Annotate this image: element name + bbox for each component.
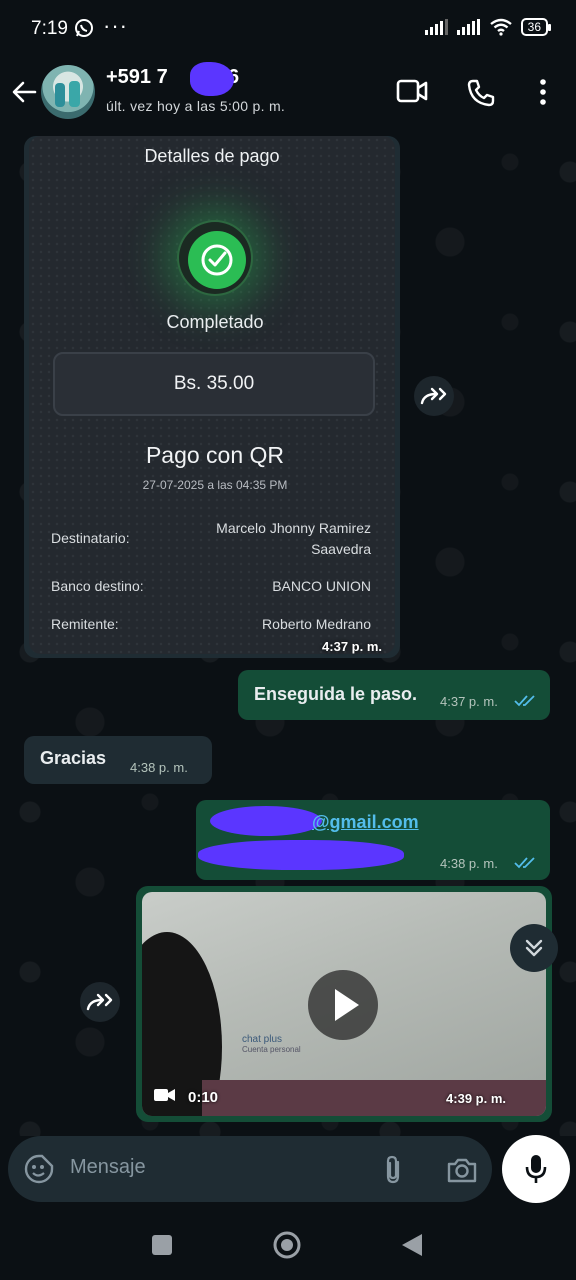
recipient-label: Destinatario: — [51, 530, 130, 546]
nav-recents-icon[interactable] — [151, 1234, 173, 1256]
sender-label: Remitente: — [51, 616, 119, 632]
forward-icon — [420, 387, 447, 405]
signal-icon-2 — [456, 19, 480, 35]
video-preview-text: chat plus Cuenta personal — [242, 1034, 301, 1054]
redaction-mark — [190, 62, 234, 96]
payment-status: Completado — [166, 312, 264, 332]
last-seen-status: últ. vez hoy a las 5:00 p. m. — [106, 98, 286, 114]
message-input[interactable]: Mensaje — [70, 1156, 146, 1179]
sender-value: Roberto Medrano — [262, 616, 371, 632]
chat-header: +591 7986 últ. vez hoy a las 5:00 p. m. — [0, 56, 576, 132]
avatar[interactable] — [41, 65, 95, 119]
redaction-mark — [198, 840, 404, 870]
mic-button[interactable] — [502, 1135, 570, 1203]
payment-amount: Bs. 35.00 — [53, 352, 375, 416]
incoming-message[interactable]: Gracias 4:38 p. m. — [24, 736, 212, 784]
payment-receipt-image: Detalles de pago Completado Bs. 35.00 Pa… — [29, 136, 395, 654]
success-badge — [177, 220, 253, 296]
forward-button[interactable] — [414, 376, 454, 416]
payment-type: Pago con QR — [145, 442, 285, 468]
sticker-icon[interactable] — [24, 1154, 54, 1184]
status-bar: 7:19 ··· 36 — [0, 0, 576, 56]
battery-indicator: 36 — [520, 18, 552, 36]
message-time: 4:37 p. m. — [322, 639, 382, 654]
camera-icon[interactable] — [446, 1156, 478, 1184]
message-time: 4:37 p. m. — [440, 694, 498, 709]
camera-video-icon — [154, 1089, 175, 1101]
receipt-title: Detalles de pago — [144, 146, 280, 166]
back-arrow-icon[interactable] — [10, 78, 38, 106]
attach-icon[interactable] — [382, 1154, 404, 1186]
check-icon — [201, 244, 233, 276]
bank-value: BANCO UNION — [272, 578, 371, 594]
play-icon[interactable] — [308, 970, 378, 1040]
bank-label: Banco destino: — [51, 578, 144, 594]
message-time: 4:39 p. m. — [446, 1091, 506, 1106]
message-input-bar[interactable]: Mensaje — [8, 1136, 492, 1202]
forward-button[interactable] — [80, 982, 120, 1022]
redaction-mark — [210, 806, 322, 836]
read-ticks-icon — [514, 695, 535, 707]
message-text: Gracias — [40, 748, 107, 768]
video-thumbnail[interactable]: chat plus Cuenta personal 0:10 4:39 p. m… — [142, 892, 546, 1116]
more-vert-icon[interactable] — [538, 78, 548, 106]
system-nav-bar — [0, 1212, 576, 1280]
video-call-icon[interactable] — [396, 78, 428, 104]
outgoing-message[interactable]: Enseguida le paso. 4:37 p. m. — [238, 670, 550, 720]
phone-icon[interactable] — [466, 78, 496, 108]
video-message[interactable]: chat plus Cuenta personal 0:10 4:39 p. m… — [136, 886, 552, 1122]
nav-back-icon[interactable] — [400, 1232, 424, 1258]
message-time: 4:38 p. m. — [440, 856, 498, 871]
payment-date: 27-07-2025 a las 04:35 PM — [142, 478, 288, 492]
status-more-dots: ··· — [103, 13, 128, 38]
image-message[interactable]: Detalles de pago Completado Bs. 35.00 Pa… — [24, 136, 400, 658]
read-ticks-icon — [514, 857, 535, 869]
video-duration: 0:10 — [188, 1089, 219, 1106]
outgoing-message[interactable]: @gmail.com 4:38 p. m. — [196, 800, 550, 880]
message-text: Enseguida le paso. — [254, 684, 418, 704]
email-link[interactable]: @gmail.com — [312, 812, 419, 833]
nav-home-icon[interactable] — [272, 1230, 302, 1260]
chevron-double-down-icon — [525, 939, 543, 957]
scroll-to-bottom-button[interactable] — [510, 924, 558, 972]
mic-icon — [525, 1155, 547, 1183]
signal-icon — [424, 19, 448, 35]
message-time: 4:38 p. m. — [130, 760, 188, 775]
chat-area[interactable]: Detalles de pago Completado Bs. 35.00 Pa… — [0, 132, 576, 1136]
wifi-icon — [489, 18, 512, 36]
status-time: 7:19 — [31, 18, 68, 39]
recipient-value: Marcelo Jhonny Ramirez Saavedra — [216, 520, 371, 557]
whatsapp-icon — [75, 19, 93, 37]
forward-icon — [86, 993, 113, 1011]
